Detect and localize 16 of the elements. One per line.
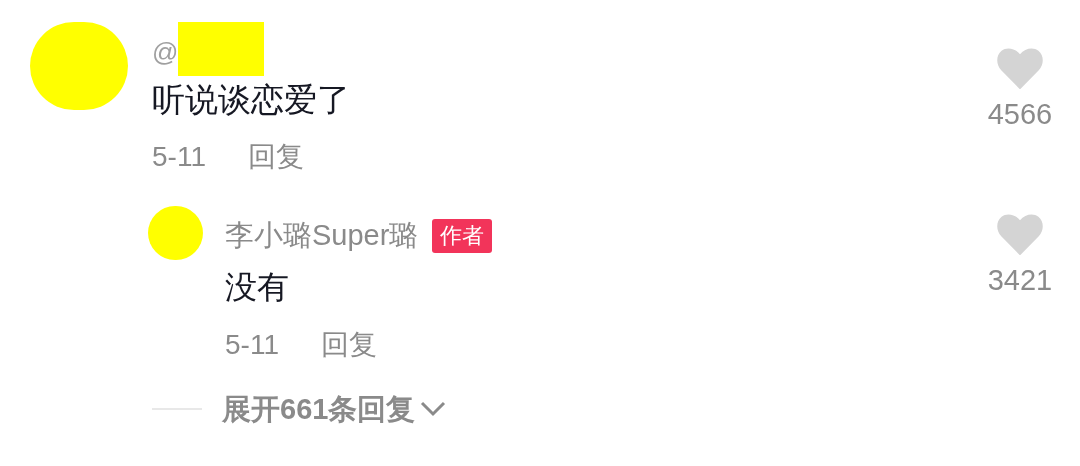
like-count: 4566 xyxy=(987,97,1053,133)
heart-icon[interactable] xyxy=(997,48,1043,90)
like-count: 3421 xyxy=(987,263,1053,299)
expand-replies-button[interactable]: 展开661条回复 xyxy=(222,387,448,431)
username[interactable]: 李小璐Super璐 xyxy=(225,214,419,258)
comment-text: 听说谈恋爱了 xyxy=(152,80,351,120)
reply-link[interactable]: 回复 xyxy=(247,136,304,178)
reply-link[interactable]: 回复 xyxy=(320,323,377,366)
chevron-down-icon xyxy=(419,400,448,419)
comment-date: 5-11 xyxy=(225,327,279,362)
comment-date: 5-11 xyxy=(152,140,206,174)
author-badge: 作者 xyxy=(432,218,493,253)
username[interactable]: @ xyxy=(152,33,179,72)
heart-icon[interactable] xyxy=(997,214,1043,256)
comment-text: 没有 xyxy=(225,267,290,307)
avatar[interactable] xyxy=(148,206,203,260)
